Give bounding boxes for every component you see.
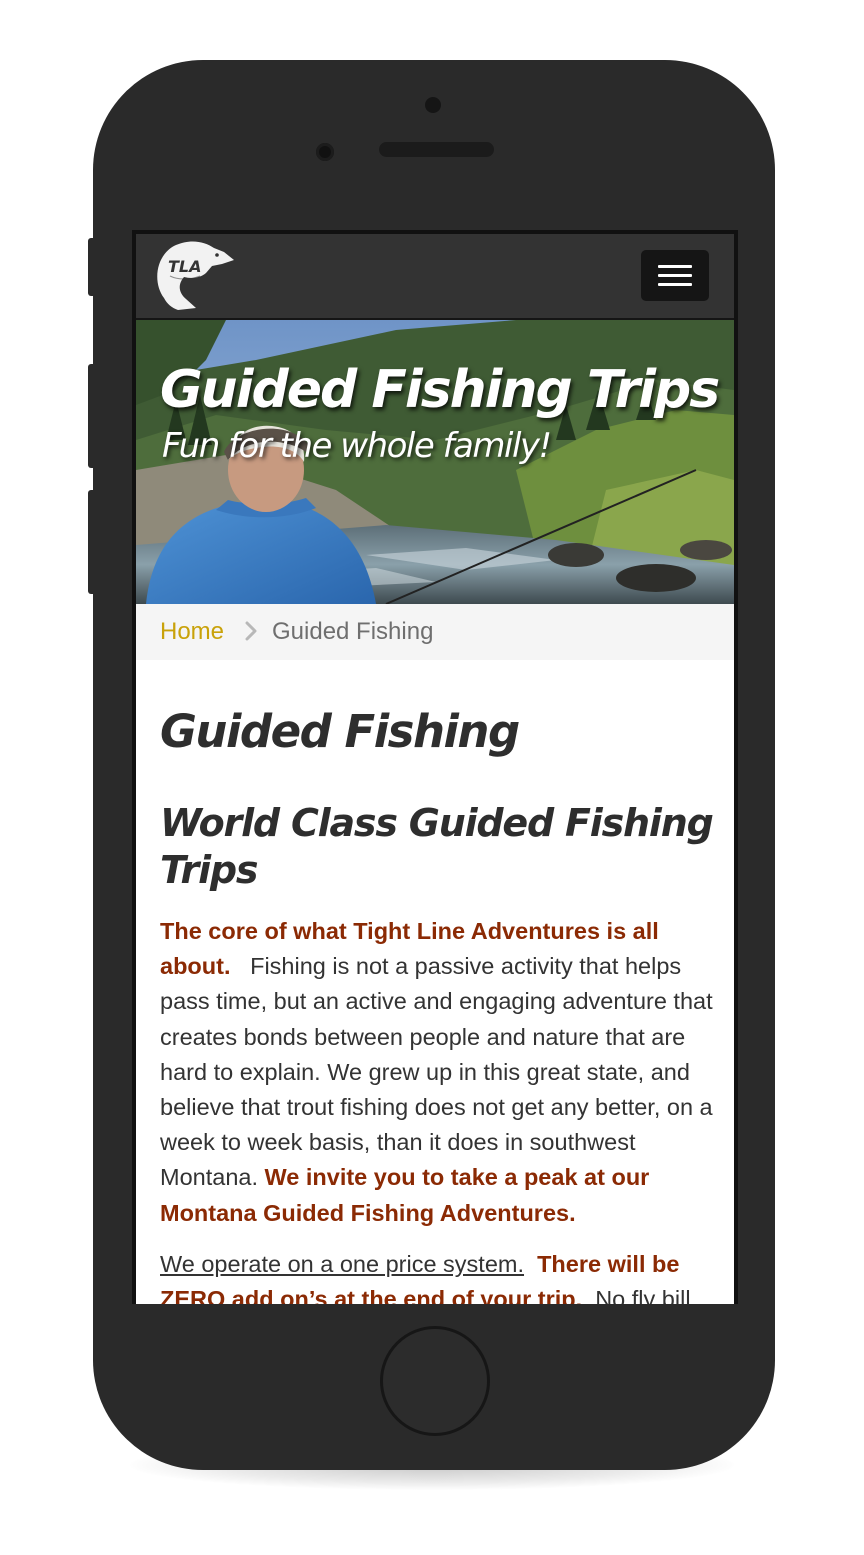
intro-paragraph: The core of what Tight Line Adventures i…	[160, 914, 715, 1231]
pricing-underlined: We operate on a one price system.	[160, 1250, 525, 1277]
proximity-sensor	[425, 97, 441, 113]
main-content: Guided Fishing World Class Guided Fishin…	[160, 660, 715, 1304]
tla-fish-logo[interactable]: TLA	[150, 236, 236, 316]
pricing-body: No fly bill	[595, 1286, 691, 1304]
hamburger-icon-bar	[658, 283, 692, 286]
hamburger-icon-bar	[658, 274, 692, 277]
breadcrumb: Home Guided Fishing	[136, 604, 734, 660]
hero-subtitle: Fun for the whole family!	[162, 426, 552, 466]
browser-viewport: TLA Guided Fishing Trips Fun for the who…	[136, 234, 734, 1304]
phone-screen: TLA Guided Fishing Trips Fun for the who…	[132, 230, 738, 1304]
hamburger-menu-button[interactable]	[641, 250, 709, 301]
breadcrumb-current: Guided Fishing	[272, 618, 434, 645]
front-camera	[316, 143, 334, 161]
navbar: TLA	[136, 234, 734, 320]
pricing-paragraph: We operate on a one price system. There …	[160, 1247, 715, 1304]
hamburger-icon	[658, 265, 692, 268]
earpiece-speaker	[379, 142, 494, 157]
hero-title: Guided Fishing Trips	[160, 360, 720, 420]
home-button[interactable]	[380, 1326, 490, 1436]
page-title: Guided Fishing	[160, 705, 520, 758]
breadcrumb-home-link[interactable]: Home	[160, 604, 224, 660]
section-subtitle: World Class Guided Fishing Trips	[160, 801, 714, 892]
intro-body: Fishing is not a passive activity that h…	[160, 953, 713, 1191]
hero-banner: Guided Fishing Trips Fun for the whole f…	[136, 320, 734, 604]
logo-text: TLA	[168, 257, 202, 276]
chevron-right-icon	[245, 621, 257, 641]
